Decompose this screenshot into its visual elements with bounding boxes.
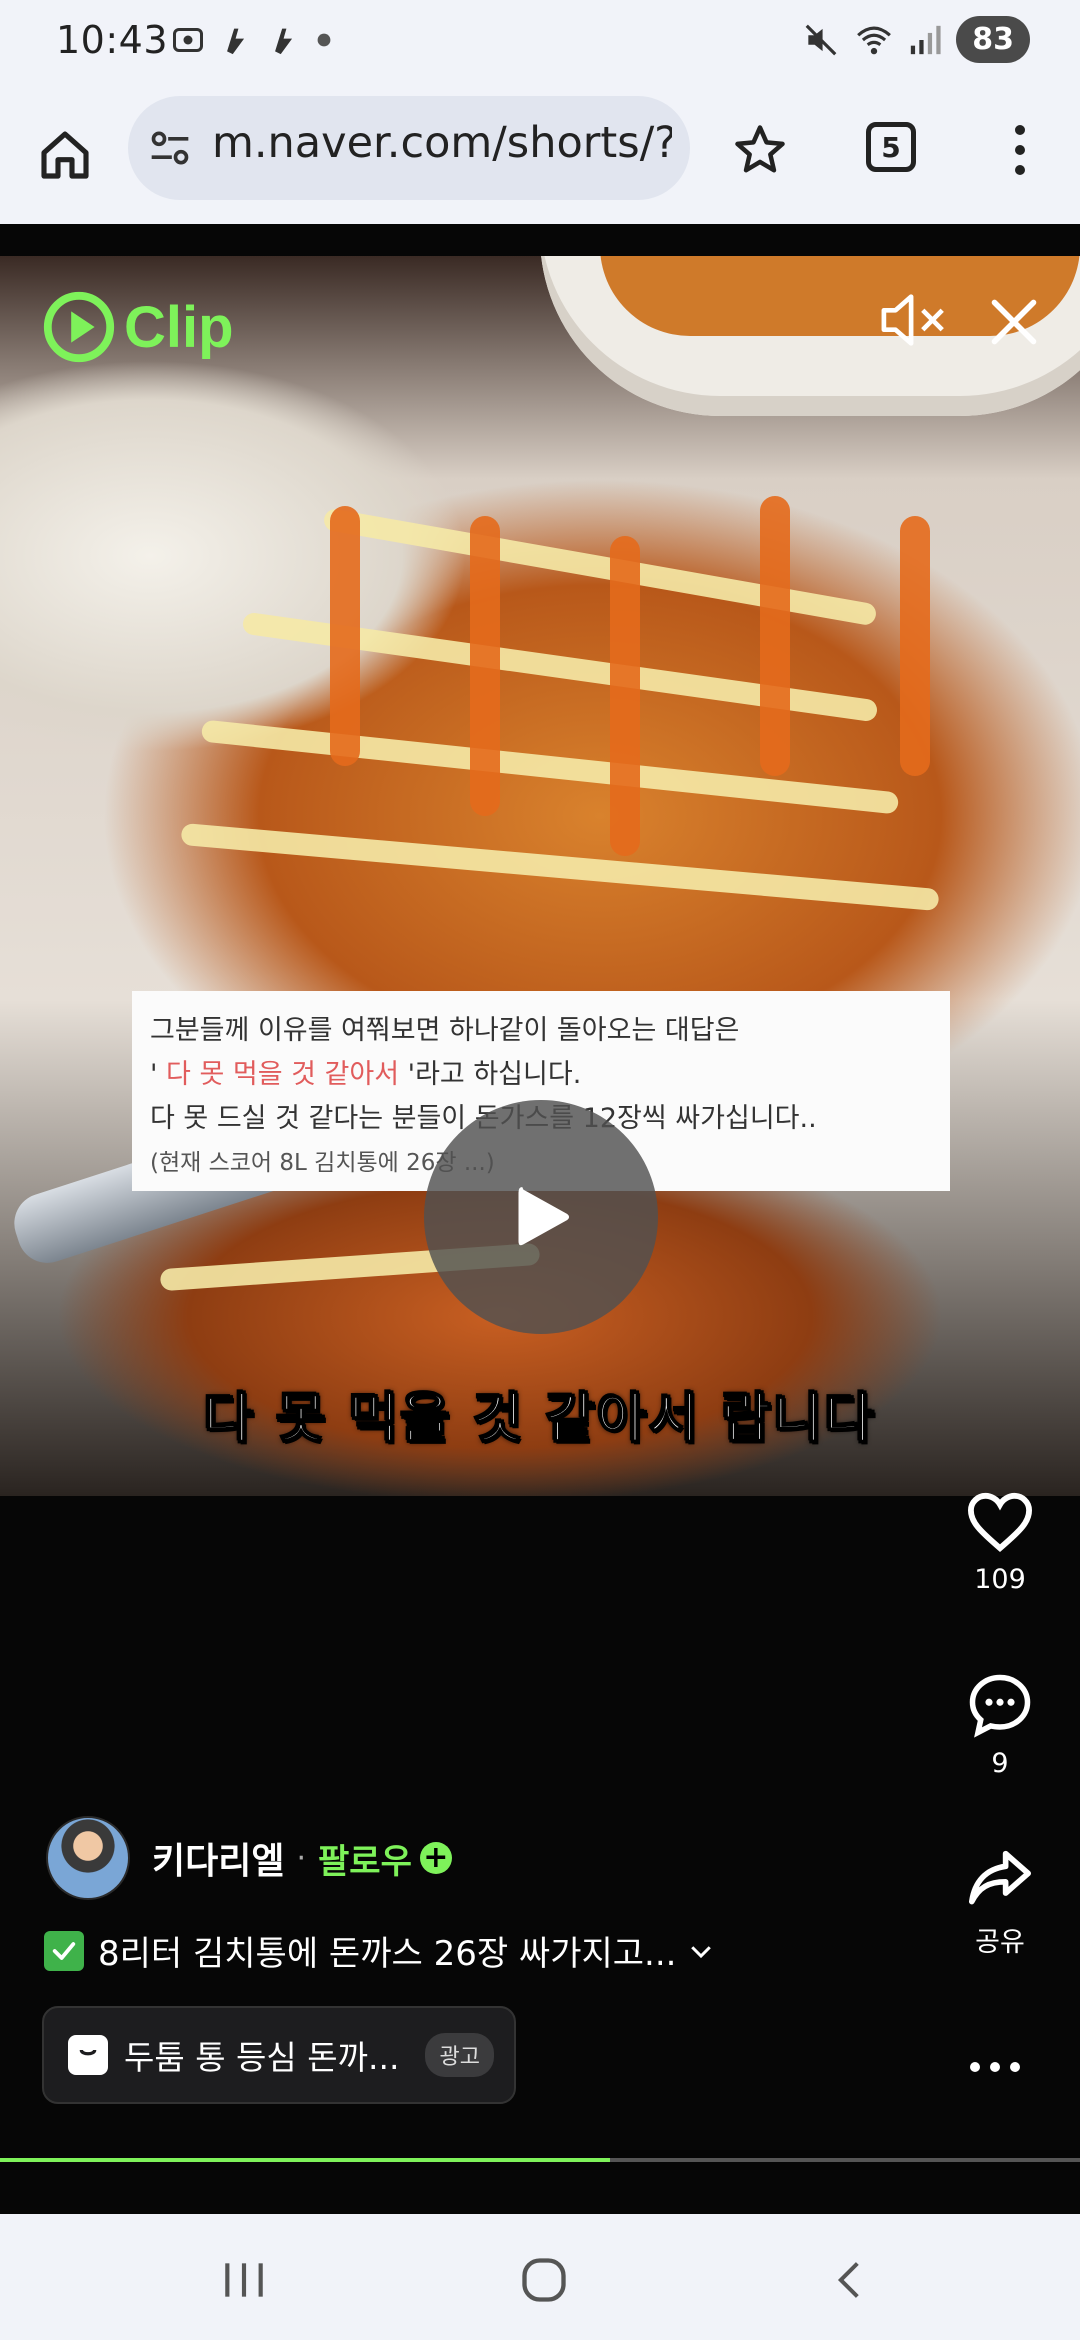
status-time: 10:43 [56,18,169,62]
caption-rest: '라고 하십니다. [407,1059,582,1090]
clip-logo: Clip [40,288,234,366]
status-right: 83 [802,16,1030,63]
back-button[interactable] [820,2250,880,2310]
share-button[interactable]: 공유 [940,1848,1060,1959]
check-mark-icon [44,1930,84,1971]
shopping-bag-icon [68,2035,108,2075]
more-dot [1010,2062,1020,2072]
ad-product-card[interactable]: 두툼 통 등심 돈까... 광고 [42,2006,516,2104]
menu-dot [1015,145,1025,155]
caption-highlight: 다 못 먹을 것 같아서 [157,1059,408,1090]
comment-icon [969,1674,1031,1738]
heart-icon [967,1492,1033,1553]
video-description[interactable]: 8리터 김치통에 돈까스 26장 싸가지고... [44,1926,716,1975]
clip-logo-icon [43,291,115,363]
sauce-drip [470,516,500,816]
sauce-drip [610,536,640,856]
play-icon [518,1187,570,1246]
comment-button[interactable]: 9 [940,1672,1060,1779]
url-text[interactable]: m.naver.com/shorts/?r [212,118,672,168]
clip-logo-text: Clip [124,294,234,360]
comment-count: 9 [991,1748,1009,1779]
caption-line: ' 다 못 먹을 것 같아서 '라고 하십니다. [150,1053,932,1097]
tab-switcher-button[interactable]: 5 [866,122,916,172]
address-bar[interactable]: m.naver.com/shorts/?r [128,96,690,200]
wifi-icon [857,26,892,54]
like-button[interactable]: 109 [940,1490,1060,1595]
author-name[interactable]: 키다리엘 [152,1832,284,1884]
status-bar: 10:43 83 [0,0,1080,82]
sauce-drizzle [322,507,878,627]
site-settings-icon[interactable] [148,126,192,170]
shorts-player[interactable]: Clip 그분들께 이유를 여쭤보면 하나같이 돌아오는 대답은 ' 다 못 먹… [0,224,1080,2230]
sauce-drip [900,516,930,776]
more-dot [970,2062,980,2072]
home-nav-icon [522,2258,566,2302]
home-nav-button[interactable] [514,2250,574,2310]
more-options-button[interactable] [970,2062,1020,2072]
menu-dot [1015,125,1025,135]
recent-apps-button[interactable] [214,2250,274,2310]
system-nav-bar [0,2214,1080,2340]
sauce-drizzle [180,822,940,912]
plus-icon[interactable]: + [419,1842,452,1874]
signal-icon [911,25,941,54]
mute-status-icon [805,24,837,55]
bookmark-button[interactable] [722,112,798,188]
more-dot [990,2062,1000,2072]
ad-title[interactable]: 두툼 통 등심 돈까... [124,2031,399,2079]
browser-menu-button[interactable] [1000,112,1040,188]
share-icon [968,1850,1031,1905]
video-progress-fill [0,2158,611,2162]
screenshot-icon [173,28,203,52]
ad-badge: 광고 [425,2033,494,2077]
sound-muted-icon[interactable] [880,290,950,350]
notification-icons [170,22,332,58]
separator: · [296,1840,307,1876]
star-icon [735,125,785,173]
home-icon [41,131,89,179]
recent-apps-icon [225,2263,263,2297]
chevron-down-icon[interactable] [686,1936,716,1966]
home-button[interactable] [30,120,100,190]
sauce-drip [330,506,360,766]
close-icon[interactable] [988,296,1040,348]
flash-icon-2 [275,28,293,55]
play-button[interactable] [424,1100,658,1334]
author-row: 키다리엘 · 팔로우 + [46,1816,452,1900]
video-progress-bar[interactable] [0,2158,1080,2162]
avatar[interactable] [46,1816,130,1900]
dot-icon [317,33,331,47]
caption-line: 그분들께 이유를 여쭤보면 하나같이 돌아오는 대답은 [150,1015,740,1046]
follow-button[interactable]: 팔로우 [318,1834,412,1883]
browser-toolbar: m.naver.com/shorts/?r 5 [0,82,1080,224]
sauce-drip [760,496,790,776]
video-subtitle: 다 못 먹을 것 같아서 랍니다 [203,1386,877,1451]
battery-indicator: 83 [956,16,1030,63]
menu-dot [1015,165,1025,175]
share-label: 공유 [975,1927,1025,1958]
sauce-drizzle [200,719,900,815]
description-text[interactable]: 8리터 김치통에 돈까스 26장 싸가지고... [98,1926,676,1975]
like-count: 109 [974,1564,1026,1595]
flash-icon [227,28,245,55]
back-icon [837,2262,859,2298]
